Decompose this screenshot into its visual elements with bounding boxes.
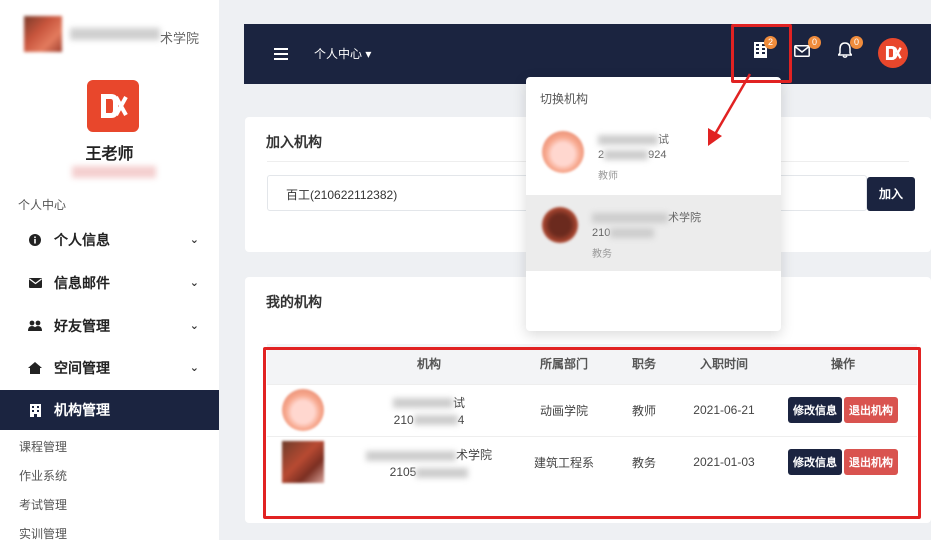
org-role: 教务 — [592, 249, 612, 260]
dropdown-org-item-selected[interactable]: 术学院 210 教务 — [526, 195, 781, 271]
org-avatar — [542, 207, 578, 243]
sidebar-item-space[interactable]: 空间管理 ⌄ — [0, 348, 219, 388]
sidebar-item-label: 机构管理 — [54, 402, 110, 418]
org-avatar — [542, 131, 584, 173]
org-code: 210 — [592, 227, 611, 239]
personal-center-dropdown[interactable]: 个人中心 ▾ — [314, 45, 371, 62]
join-card-title: 加入机构 — [266, 134, 322, 150]
section-title: 个人中心 — [18, 198, 67, 212]
school-name: 术学院 — [160, 31, 200, 46]
org-role: 教师 — [598, 171, 618, 182]
school-header[interactable]: 术学院 — [24, 16, 214, 56]
chevron-down-icon: ⌄ — [189, 362, 199, 374]
school-avatar — [24, 16, 62, 52]
notification-badge: 0 — [850, 36, 863, 49]
sidebar-item-personal-info[interactable]: 个人信息 ⌄ — [0, 220, 219, 260]
chevron-down-icon: ⌄ — [189, 320, 199, 332]
hamburger-menu-icon[interactable] — [274, 48, 288, 60]
top-navbar: 个人中心 ▾ 2 0 0 — [244, 24, 931, 84]
join-button[interactable]: 加入 — [867, 177, 915, 211]
notification-button[interactable]: 0 — [837, 36, 863, 60]
info-circle-icon — [28, 233, 42, 247]
sidebar-item-label: 空间管理 — [54, 360, 110, 376]
teacher-subtitle-redacted — [72, 166, 156, 178]
mail-badge: 0 — [808, 36, 821, 49]
envelope-icon — [28, 276, 42, 290]
org-name: 试 — [658, 134, 669, 146]
sidebar-item-mail[interactable]: 信息邮件 ⌄ — [0, 263, 219, 303]
envelope-icon — [794, 45, 810, 57]
mail-button[interactable]: 0 — [794, 36, 821, 60]
home-icon — [28, 361, 42, 375]
sidebar-item-friends[interactable]: 好友管理 ⌄ — [0, 306, 219, 346]
school-name-redacted — [70, 28, 160, 40]
users-icon — [28, 319, 42, 333]
dropdown-title: 切换机构 — [540, 92, 589, 106]
chevron-down-icon: ⌄ — [189, 277, 199, 289]
brand-logo-icon — [87, 80, 139, 132]
sidebar-subitem-homework[interactable]: 作业系统 — [19, 467, 67, 484]
sidebar-subitem-course[interactable]: 课程管理 — [19, 438, 67, 455]
my-orgs-title: 我的机构 — [266, 294, 322, 310]
sidebar-item-org-management[interactable]: 机构管理 — [0, 390, 219, 430]
org-code-tail: 924 — [648, 149, 667, 161]
sidebar: 术学院 王老师 个人中心 个人信息 ⌄ 信息邮件 ⌄ 好友管理 ⌄ 空间管理 ⌄… — [0, 0, 219, 540]
chevron-down-icon: ⌄ — [189, 234, 199, 246]
sidebar-subitem-exam[interactable]: 考试管理 — [19, 496, 67, 513]
brand-logo-icon — [885, 45, 902, 61]
org-name: 术学院 — [668, 212, 701, 224]
user-avatar[interactable] — [878, 38, 908, 68]
sidebar-item-label: 好友管理 — [54, 318, 110, 334]
annotation-arrow — [708, 73, 752, 146]
building-icon — [28, 403, 42, 417]
teacher-name: 王老师 — [85, 146, 134, 163]
sidebar-item-label: 个人信息 — [54, 232, 110, 248]
menu-label: 个人中心 — [314, 47, 363, 61]
annotation-highlight-org-table — [263, 347, 921, 519]
sidebar-subitem-training[interactable]: 实训管理 — [19, 525, 67, 540]
sidebar-item-label: 信息邮件 — [54, 275, 110, 291]
